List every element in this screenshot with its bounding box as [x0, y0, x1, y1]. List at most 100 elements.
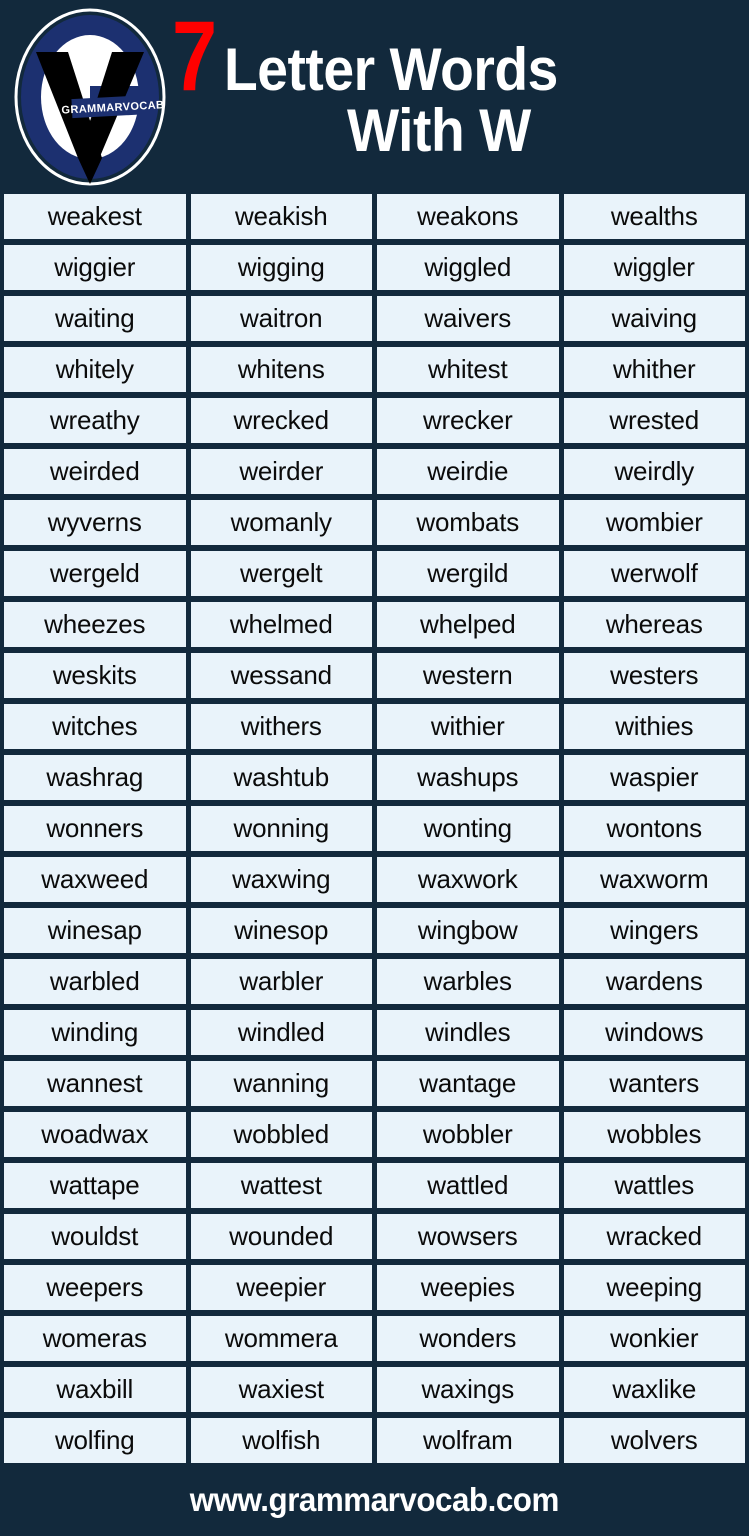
- word-cell: wattape: [4, 1163, 186, 1208]
- word-cell: waxworm: [563, 857, 745, 902]
- word-grid: weakest weakish weakons wealths wiggier wiggi…: [0, 194, 749, 1463]
- word-cell: windles: [377, 1010, 559, 1055]
- title-number: 7: [172, 0, 217, 111]
- footer-bar: www.grammarvocab.com: [0, 1464, 749, 1536]
- word-cell: wrested: [563, 398, 745, 443]
- word-cell: waspier: [563, 755, 745, 800]
- word-cell: wommera: [190, 1316, 372, 1361]
- word-cell: wolfing: [4, 1418, 186, 1463]
- word-cell: washups: [377, 755, 559, 800]
- grammarvocab-logo-icon: GRAMMARVOCAB: [14, 8, 166, 186]
- word-cell: wolfram: [377, 1418, 559, 1463]
- word-cell: weeping: [563, 1265, 745, 1310]
- word-cell: wanning: [190, 1061, 372, 1106]
- word-cell: wardens: [563, 959, 745, 1004]
- word-cell: wheezes: [4, 602, 186, 647]
- word-cell: wonting: [377, 806, 559, 851]
- word-cell: waxlike: [563, 1367, 745, 1412]
- word-cell: wouldst: [4, 1214, 186, 1259]
- word-cell: waxwork: [377, 857, 559, 902]
- word-cell: witches: [4, 704, 186, 749]
- word-cell: warbler: [190, 959, 372, 1004]
- word-cell: wounded: [190, 1214, 372, 1259]
- word-cell: weskits: [4, 653, 186, 698]
- word-cell: wombats: [377, 500, 559, 545]
- word-cell: weakish: [190, 194, 372, 239]
- word-cell: weakons: [377, 194, 559, 239]
- word-cell: winding: [4, 1010, 186, 1055]
- word-cell: wingbow: [377, 908, 559, 953]
- word-cell: withers: [190, 704, 372, 749]
- word-cell: waiving: [563, 296, 745, 341]
- word-cell: wattest: [190, 1163, 372, 1208]
- word-cell: wannest: [4, 1061, 186, 1106]
- word-cell: wergild: [377, 551, 559, 596]
- word-cell: wonners: [4, 806, 186, 851]
- word-cell: wyverns: [4, 500, 186, 545]
- word-cell: whelped: [377, 602, 559, 647]
- word-cell: wiggier: [4, 245, 186, 290]
- word-cell: wigging: [190, 245, 372, 290]
- word-cell: warbles: [377, 959, 559, 1004]
- header-banner: GRAMMARVOCAB 7 Letter Words With W: [0, 0, 749, 193]
- word-cell: withier: [377, 704, 559, 749]
- word-cell: wergelt: [190, 551, 372, 596]
- word-cell: wattles: [563, 1163, 745, 1208]
- word-cell: wobbled: [190, 1112, 372, 1157]
- word-cell: wattled: [377, 1163, 559, 1208]
- word-cell: wealths: [563, 194, 745, 239]
- word-cell: whereas: [563, 602, 745, 647]
- word-cell: weirdly: [563, 449, 745, 494]
- logo-container: GRAMMARVOCAB: [14, 8, 166, 186]
- word-cell: wolfish: [190, 1418, 372, 1463]
- word-cell: weepier: [190, 1265, 372, 1310]
- word-cell: westers: [563, 653, 745, 698]
- word-cell: withies: [563, 704, 745, 749]
- word-cell: wessand: [190, 653, 372, 698]
- word-cell: womeras: [4, 1316, 186, 1361]
- word-cell: woadwax: [4, 1112, 186, 1157]
- word-cell: weepies: [377, 1265, 559, 1310]
- word-cell: waitron: [190, 296, 372, 341]
- word-cell: waxings: [377, 1367, 559, 1412]
- word-cell: weakest: [4, 194, 186, 239]
- word-cell: wiggled: [377, 245, 559, 290]
- word-cell: washtub: [190, 755, 372, 800]
- word-cell: wanters: [563, 1061, 745, 1106]
- word-cell: wolvers: [563, 1418, 745, 1463]
- word-cell: wowsers: [377, 1214, 559, 1259]
- word-cell: whitens: [190, 347, 372, 392]
- word-cell: wonders: [377, 1316, 559, 1361]
- word-cell: wergeld: [4, 551, 186, 596]
- poster-root: GRAMMARVOCAB 7 Letter Words With W weake…: [0, 0, 749, 1536]
- word-cell: wrecker: [377, 398, 559, 443]
- word-cell: werwolf: [563, 551, 745, 596]
- word-cell: wracked: [563, 1214, 745, 1259]
- word-cell: womanly: [190, 500, 372, 545]
- word-cell: winesap: [4, 908, 186, 953]
- word-cell: wobbles: [563, 1112, 745, 1157]
- word-cell: wonkier: [563, 1316, 745, 1361]
- word-cell: whelmed: [190, 602, 372, 647]
- word-cell: weirder: [190, 449, 372, 494]
- title-line-one: 7 Letter Words: [168, 0, 740, 111]
- word-cell: waxiest: [190, 1367, 372, 1412]
- word-cell: washrag: [4, 755, 186, 800]
- word-cell: wiggler: [563, 245, 745, 290]
- word-cell: wrecked: [190, 398, 372, 443]
- word-cell: wobbler: [377, 1112, 559, 1157]
- website-url: www.grammarvocab.com: [189, 1481, 560, 1518]
- word-cell: windled: [190, 1010, 372, 1055]
- title-block: 7 Letter Words With W: [168, 0, 740, 182]
- word-cell: waxweed: [4, 857, 186, 902]
- word-cell: wontons: [563, 806, 745, 851]
- title-sub-text: With W: [347, 97, 531, 164]
- word-cell: warbled: [4, 959, 186, 1004]
- word-cell: waxwing: [190, 857, 372, 902]
- word-cell: weirded: [4, 449, 186, 494]
- word-cell: wantage: [377, 1061, 559, 1106]
- word-cell: waiting: [4, 296, 186, 341]
- word-cell: weepers: [4, 1265, 186, 1310]
- word-cell: windows: [563, 1010, 745, 1055]
- word-cell: wreathy: [4, 398, 186, 443]
